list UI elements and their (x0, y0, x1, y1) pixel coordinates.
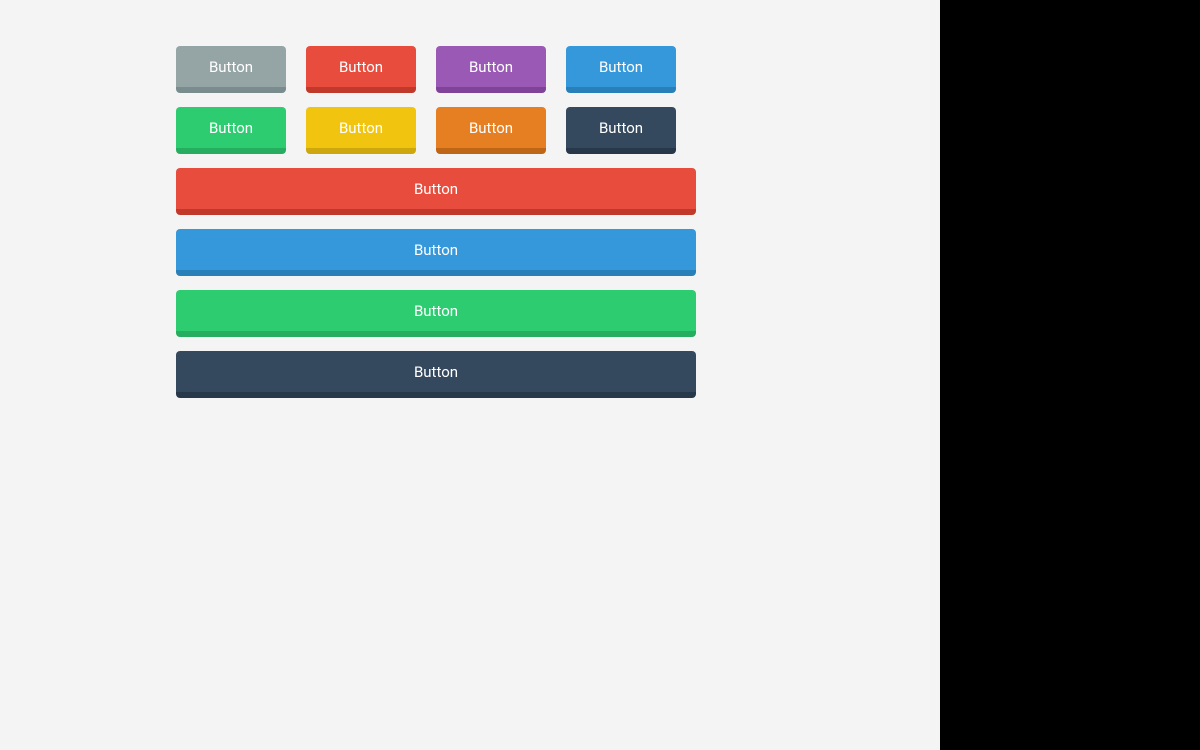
button-grid: Button Button Button Button Button Butto… (176, 46, 696, 154)
button-label: Button (414, 241, 458, 259)
button-label: Button (339, 119, 383, 137)
button-orange[interactable]: Button (436, 107, 546, 154)
button-label: Button (209, 119, 253, 137)
button-label: Button (414, 363, 458, 381)
block-button-green[interactable]: Button (176, 290, 696, 337)
button-yellow[interactable]: Button (306, 107, 416, 154)
button-label: Button (414, 180, 458, 198)
button-label: Button (209, 58, 253, 76)
button-blue[interactable]: Button (566, 46, 676, 93)
button-label: Button (414, 302, 458, 320)
button-dark[interactable]: Button (566, 107, 676, 154)
button-green[interactable]: Button (176, 107, 286, 154)
button-red[interactable]: Button (306, 46, 416, 93)
side-panel (940, 0, 1200, 750)
button-showcase: Button Button Button Button Button Butto… (176, 46, 696, 398)
button-label: Button (339, 58, 383, 76)
button-gray[interactable]: Button (176, 46, 286, 93)
button-label: Button (599, 58, 643, 76)
button-label: Button (469, 58, 513, 76)
block-button-blue[interactable]: Button (176, 229, 696, 276)
button-purple[interactable]: Button (436, 46, 546, 93)
main-panel: Button Button Button Button Button Butto… (0, 0, 940, 750)
button-label: Button (469, 119, 513, 137)
block-button-red[interactable]: Button (176, 168, 696, 215)
block-button-dark[interactable]: Button (176, 351, 696, 398)
button-label: Button (599, 119, 643, 137)
